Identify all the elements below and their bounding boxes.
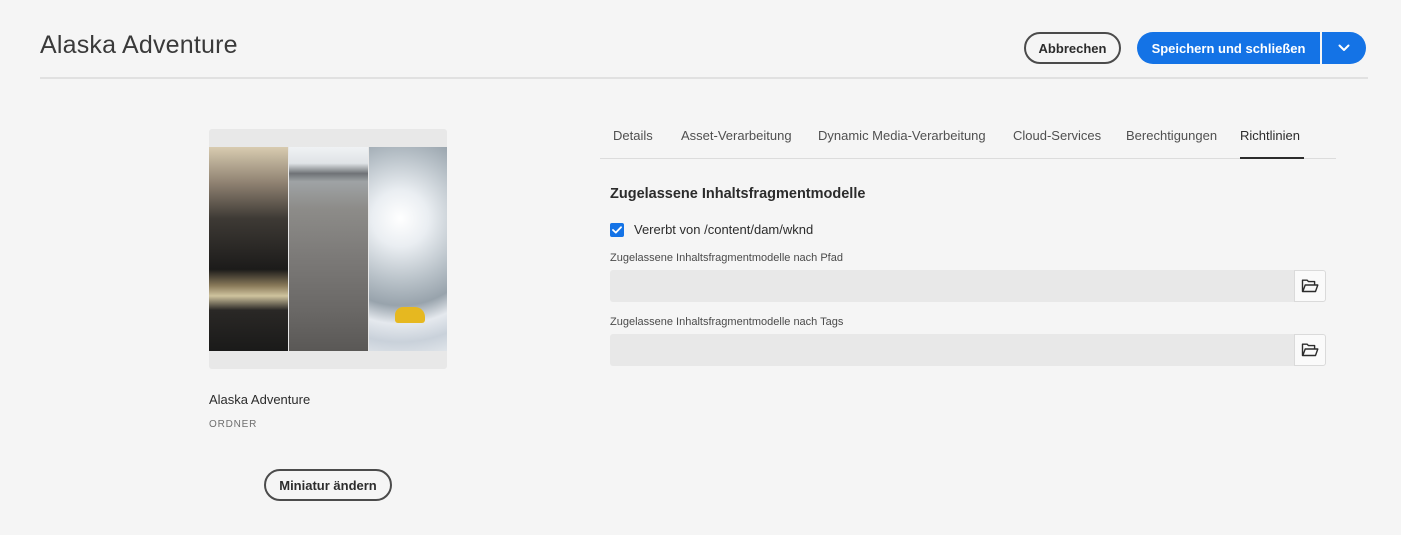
- save-options-dropdown-button[interactable]: [1322, 32, 1366, 64]
- path-field-input[interactable]: [610, 270, 1294, 302]
- chevron-down-icon: [1338, 44, 1350, 51]
- folder-open-icon: [1301, 343, 1319, 357]
- tab-details[interactable]: Details: [613, 128, 653, 159]
- tags-field-input[interactable]: [610, 334, 1294, 366]
- folder-type-label: ORDNER: [209, 419, 258, 430]
- tab-asset-processing[interactable]: Asset-Verarbeitung: [681, 128, 792, 159]
- thumbnail-tent-detail: [395, 307, 425, 323]
- cancel-button[interactable]: Abbrechen: [1024, 32, 1121, 64]
- change-thumbnail-button[interactable]: Miniatur ändern: [264, 469, 392, 501]
- folder-name: Alaska Adventure: [209, 392, 311, 407]
- header-bar: Alaska Adventure Abbrechen Speichern und…: [40, 0, 1368, 79]
- checkmark-icon: [612, 226, 622, 234]
- tab-cloud-services[interactable]: Cloud-Services: [1013, 128, 1101, 159]
- properties-tabs: Details Asset-Verarbeitung Dynamic Media…: [600, 118, 1336, 159]
- section-title: Zugelassene Inhaltsfragmentmodelle: [610, 186, 866, 202]
- folder-open-icon: [1301, 279, 1319, 293]
- inherit-checkbox[interactable]: [610, 223, 624, 237]
- path-browse-button[interactable]: [1294, 270, 1326, 302]
- path-field-label: Zugelassene Inhaltsfragmentmodelle nach …: [610, 252, 843, 264]
- tab-permissions[interactable]: Berechtigungen: [1126, 128, 1217, 159]
- tags-field-label: Zugelassene Inhaltsfragmentmodelle nach …: [610, 316, 844, 328]
- tab-dynamic-media-processing[interactable]: Dynamic Media-Verarbeitung: [818, 128, 986, 159]
- folder-thumbnail-card: [209, 129, 447, 369]
- inherit-checkbox-label: Vererbt von /content/dam/wknd: [634, 222, 814, 237]
- tab-policies[interactable]: Richtlinien: [1240, 128, 1304, 159]
- thumbnail-image-mountain-lake: [209, 147, 288, 351]
- thumbnail-image-footprints: [289, 147, 368, 351]
- page-title: Alaska Adventure: [40, 31, 238, 59]
- save-and-close-button[interactable]: Speichern und schließen: [1137, 32, 1320, 64]
- tags-browse-button[interactable]: [1294, 334, 1326, 366]
